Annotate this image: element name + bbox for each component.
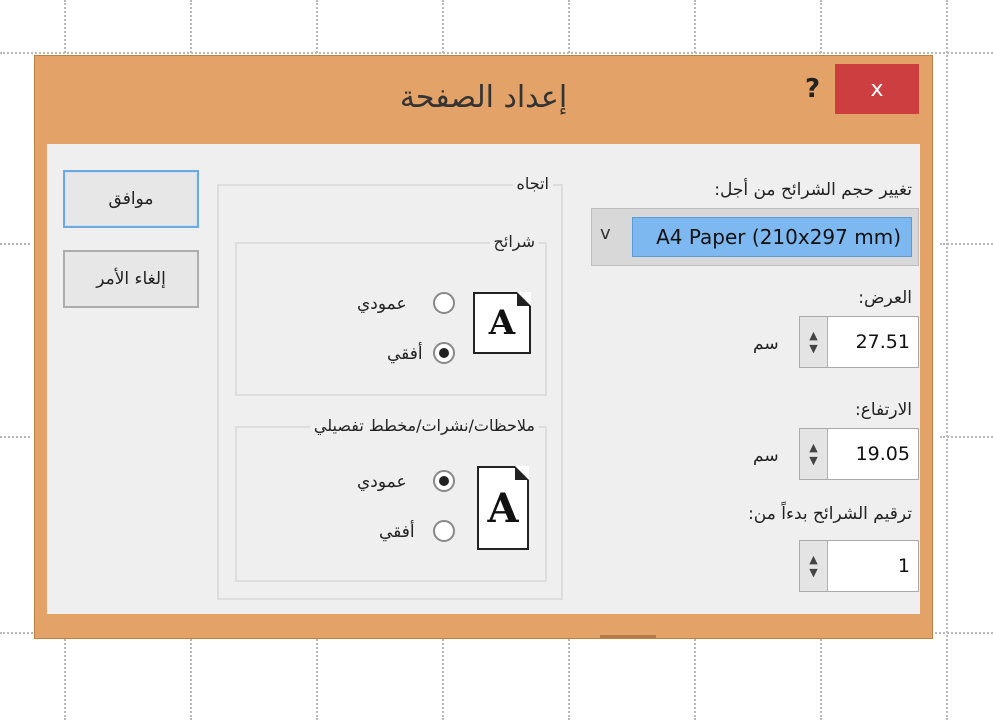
grid-line [946,0,948,720]
numbering-label: ترقيم الشرائح بدءاً من: [748,504,912,524]
spin-down-icon[interactable]: ▼ [809,342,817,355]
chevron-down-icon[interactable]: v [600,223,611,244]
slide-edge-marker [600,635,656,638]
orientation-group: اتجاه شرائح A عمودي أفقي ملاحظات/نشرات/م… [217,174,563,600]
spin-down-icon[interactable]: ▼ [809,566,817,579]
page-letter-icon: A [488,303,516,343]
help-button[interactable]: ? [805,74,820,104]
height-spinner[interactable]: ▲ ▼ 19.05 [799,428,919,480]
spin-up-icon[interactable]: ▲ [809,553,817,566]
height-unit: سم [753,446,779,466]
grid-line [0,52,993,54]
slide-size-dropdown[interactable]: v A4 Paper (210x297 mm) [591,208,919,266]
numbering-input[interactable]: 1 [898,541,910,591]
width-unit: سم [753,334,779,354]
notes-landscape-label[interactable]: أفقي [379,522,415,542]
notes-landscape-radio[interactable] [433,520,455,542]
notes-label: ملاحظات/نشرات/مخطط تفصيلي [309,416,539,435]
page-fold-icon [517,292,531,306]
slides-portrait-label[interactable]: عمودي [357,294,407,314]
grid-line [0,436,30,438]
dialog-body: تغيير حجم الشرائح من أجل: v A4 Paper (21… [47,144,920,614]
slides-label: شرائح [489,232,539,251]
dialog-title: إعداد الصفحة [399,80,568,115]
spin-buttons[interactable]: ▲ ▼ [800,317,828,367]
spin-buttons[interactable]: ▲ ▼ [800,541,828,591]
width-input[interactable]: 27.51 [856,317,910,367]
notes-group: ملاحظات/نشرات/مخطط تفصيلي A عمودي أفقي [235,416,547,582]
page-setup-dialog: إعداد الصفحة ? x تغيير حجم الشرائح من أج… [34,55,933,639]
grid-line [0,243,30,245]
notes-portrait-radio[interactable] [433,470,455,492]
cancel-button[interactable]: إلغاء الأمر [63,250,199,308]
page-letter-icon: A [487,484,519,532]
width-spinner[interactable]: ▲ ▼ 27.51 [799,316,919,368]
width-label: العرض: [858,288,912,308]
height-label: الارتفاع: [854,400,912,420]
notes-portrait-label[interactable]: عمودي [357,472,407,492]
slides-landscape-radio[interactable] [433,342,455,364]
orientation-label: اتجاه [512,174,553,193]
slide-orientation-icon: A [473,292,531,354]
ok-button[interactable]: موافق [63,170,199,228]
close-button[interactable]: x [835,64,919,114]
height-input[interactable]: 19.05 [856,429,910,479]
slides-portrait-radio[interactable] [433,292,455,314]
spin-down-icon[interactable]: ▼ [809,454,817,467]
slide-size-selected: A4 Paper (210x297 mm) [632,217,912,257]
slides-group: شرائح A عمودي أفقي [235,232,547,396]
grid-line [940,243,993,245]
slides-landscape-label[interactable]: أفقي [387,344,423,364]
slide-size-label: تغيير حجم الشرائح من أجل: [714,180,912,200]
spin-up-icon[interactable]: ▲ [809,441,817,454]
grid-line [940,436,993,438]
numbering-spinner[interactable]: ▲ ▼ 1 [799,540,919,592]
close-icon: x [870,76,884,102]
page-fold-icon [515,466,529,480]
spin-up-icon[interactable]: ▲ [809,329,817,342]
spin-buttons[interactable]: ▲ ▼ [800,429,828,479]
title-bar[interactable]: إعداد الصفحة ? x [35,56,932,144]
notes-orientation-icon: A [477,466,529,550]
